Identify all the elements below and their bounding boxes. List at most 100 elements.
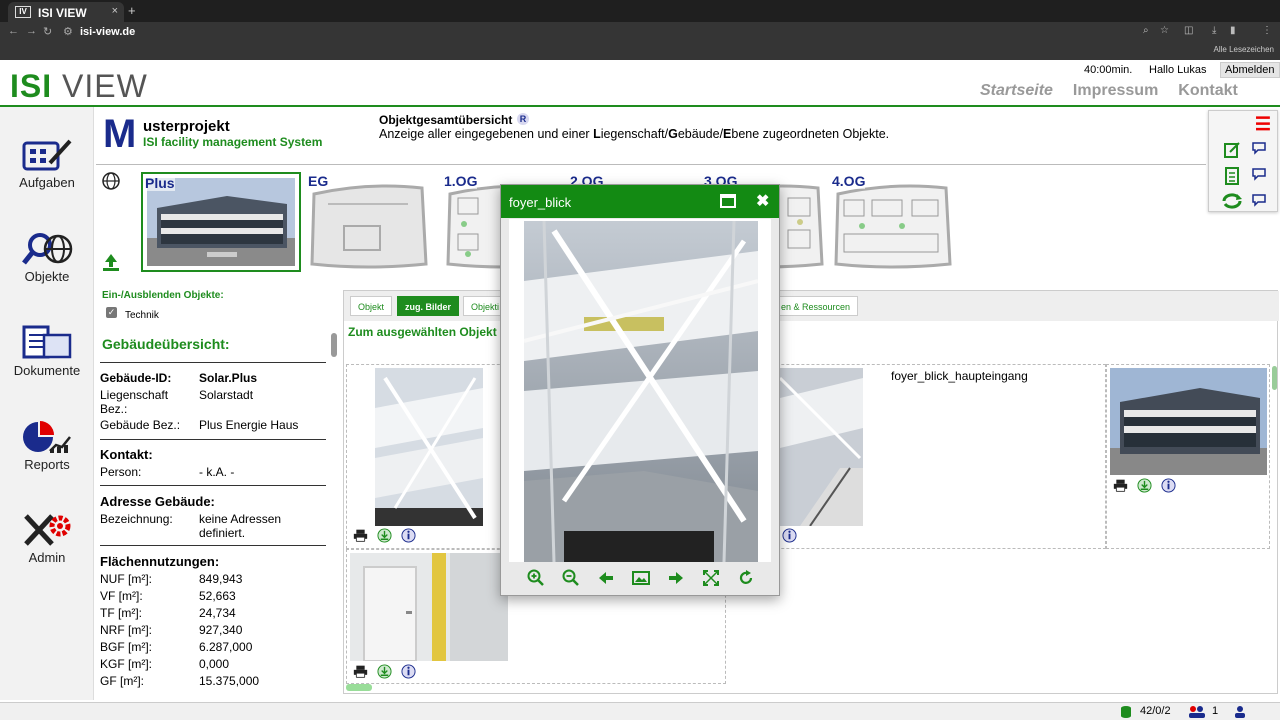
url-field[interactable]: isi-view.de [80, 26, 135, 38]
picture-thumbnail[interactable] [1110, 368, 1267, 475]
estate-key: Liegenschaft Bez.: [100, 388, 169, 416]
area-value: 927,340 [199, 623, 243, 637]
reload-icon[interactable]: ↻ [43, 25, 52, 38]
tab-object[interactable]: Objekt [350, 296, 393, 316]
admin-tools-icon [24, 514, 71, 546]
zoom-out-icon[interactable] [562, 569, 580, 587]
content-tabs: Objekt zug. Bilder Objekti en & Ressourc… [344, 291, 1279, 321]
logout-button[interactable]: Abmelden [1220, 62, 1280, 78]
tab-resources[interactable]: en & Ressourcen [774, 296, 859, 316]
image-icon[interactable] [632, 569, 650, 587]
back-icon[interactable]: ← [8, 25, 19, 37]
new-tab-button[interactable]: + [128, 3, 136, 18]
print-icon[interactable] [1113, 478, 1128, 493]
print-icon[interactable] [353, 528, 368, 543]
floor-thumb-plus[interactable]: Plus [141, 172, 301, 272]
area-key: BGF [m²]: [100, 640, 152, 654]
building-overview-title: Gebäudeübersicht: [102, 336, 230, 352]
main-sidebar: Aufgaben Objekte Dokumente Reports Admin [0, 107, 94, 700]
download-icon[interactable] [1137, 478, 1152, 493]
info-icon[interactable] [401, 528, 416, 543]
download-icon[interactable] [377, 664, 392, 679]
sidebar-item-tasks[interactable]: Aufgaben [0, 137, 94, 190]
next-arrow-icon[interactable] [667, 569, 685, 587]
nav-home-link[interactable]: Startseite [980, 82, 1053, 99]
picture-thumbnail[interactable] [375, 368, 483, 526]
extensions-icon[interactable]: ◫ [1184, 25, 1193, 36]
comment-icon[interactable] [1251, 193, 1267, 207]
document-list-icon[interactable] [1223, 167, 1241, 185]
sidebar-item-reports[interactable]: Reports [0, 419, 94, 472]
building-bez-value: Plus Energie Haus [199, 418, 299, 432]
all-bookmarks-link[interactable]: Alle Lesezeichen [1214, 45, 1274, 54]
maximize-icon[interactable] [720, 194, 736, 208]
picture-name: foyer_blick_haupteingang [891, 369, 1028, 383]
area-key: NUF [m²]: [100, 572, 152, 586]
selected-object-note: Zum ausgewählten Objekt ( [348, 325, 505, 339]
rotate-icon[interactable] [737, 569, 755, 587]
info-icon[interactable] [401, 664, 416, 679]
floor-thumb-4og[interactable]: 4.OG [830, 172, 954, 272]
browser-tab[interactable]: IV ISI VIEW × [8, 2, 124, 22]
previous-arrow-icon[interactable] [597, 569, 615, 587]
status-bar: 42/0/2 1 [0, 702, 1280, 720]
sidebar-item-documents[interactable]: Dokumente [0, 325, 94, 378]
technik-checkbox-label: Technik [125, 310, 159, 321]
technik-checkbox[interactable]: ✓ [106, 307, 117, 318]
user-icon[interactable] [1234, 705, 1246, 718]
floor-thumb-eg[interactable]: EG [306, 172, 430, 272]
dialog-close-icon[interactable]: ✖ [756, 191, 769, 211]
floor-label: Plus [145, 175, 175, 191]
database-icon [1121, 706, 1131, 718]
comment-icon[interactable] [1251, 167, 1267, 181]
top-navigation: Startseite Impressum Kontakt [980, 82, 1258, 100]
bookmark-star-icon[interactable]: ☆ [1160, 25, 1169, 36]
content-vertical-scrollbar[interactable] [1272, 366, 1277, 390]
content-horizontal-scrollbar[interactable] [346, 684, 372, 691]
dialog-title: foyer_blick [509, 195, 572, 210]
download-icon[interactable] [377, 528, 392, 543]
dialog-image-frame [509, 219, 771, 562]
forward-icon[interactable]: → [26, 25, 37, 37]
right-toolbar: ☰ [1208, 110, 1278, 212]
sync-refresh-icon[interactable] [1221, 193, 1243, 209]
info-icon[interactable] [782, 528, 797, 543]
picture-actions [1113, 478, 1183, 494]
building-photo [147, 178, 295, 266]
overview-description: Anzeige aller eingegebenen und einer Lie… [379, 127, 890, 141]
sidebar-item-label: Reports [24, 457, 70, 472]
globe-icon[interactable] [101, 171, 121, 191]
site-info-icon[interactable]: ⚙ [63, 25, 73, 38]
site-favicon-icon: IV [15, 6, 31, 18]
hamburger-menu-icon[interactable]: ☰ [1255, 115, 1271, 133]
info-panel-scrollbar[interactable] [331, 333, 337, 357]
menu-dots-icon[interactable]: ⋮ [1262, 25, 1272, 36]
nav-contact-link[interactable]: Kontakt [1178, 82, 1238, 99]
sidepanel-icon[interactable]: ▮ [1230, 25, 1236, 36]
zoom-in-icon[interactable] [527, 569, 545, 587]
zoom-icon[interactable]: ⌕ [1143, 25, 1149, 36]
upload-icon[interactable] [101, 252, 121, 272]
print-icon[interactable] [353, 664, 368, 679]
picture-thumbnail[interactable] [350, 553, 508, 661]
address-desc-value: keine Adressen definiert. [199, 512, 282, 540]
sidebar-item-label: Dokumente [13, 363, 81, 378]
edit-note-icon[interactable] [1223, 141, 1241, 159]
isi-view-logo[interactable]: ISI VIEW [10, 68, 148, 105]
dialog-header[interactable]: foyer_blick ✖ [501, 185, 779, 218]
sidebar-item-admin[interactable]: Admin [0, 512, 94, 565]
info-icon[interactable] [1161, 478, 1176, 493]
overview-info-badge[interactable]: R [517, 113, 529, 125]
sidebar-item-objects[interactable]: Objekte [0, 231, 94, 284]
comment-icon[interactable] [1251, 141, 1267, 155]
tab-close-icon[interactable]: × [112, 5, 118, 17]
nav-imprint-link[interactable]: Impressum [1073, 82, 1158, 99]
download-icon[interactable]: ⤓ [1212, 25, 1216, 36]
picture-thumbnail[interactable] [780, 368, 863, 526]
tab-pictures[interactable]: zug. Bilder [397, 296, 460, 316]
area-value: 52,663 [199, 589, 236, 603]
area-key: TF [m²]: [100, 606, 142, 620]
address-heading: Adresse Gebäude: [100, 494, 215, 509]
fullscreen-icon[interactable] [702, 569, 720, 587]
foyer-image[interactable] [524, 221, 758, 562]
